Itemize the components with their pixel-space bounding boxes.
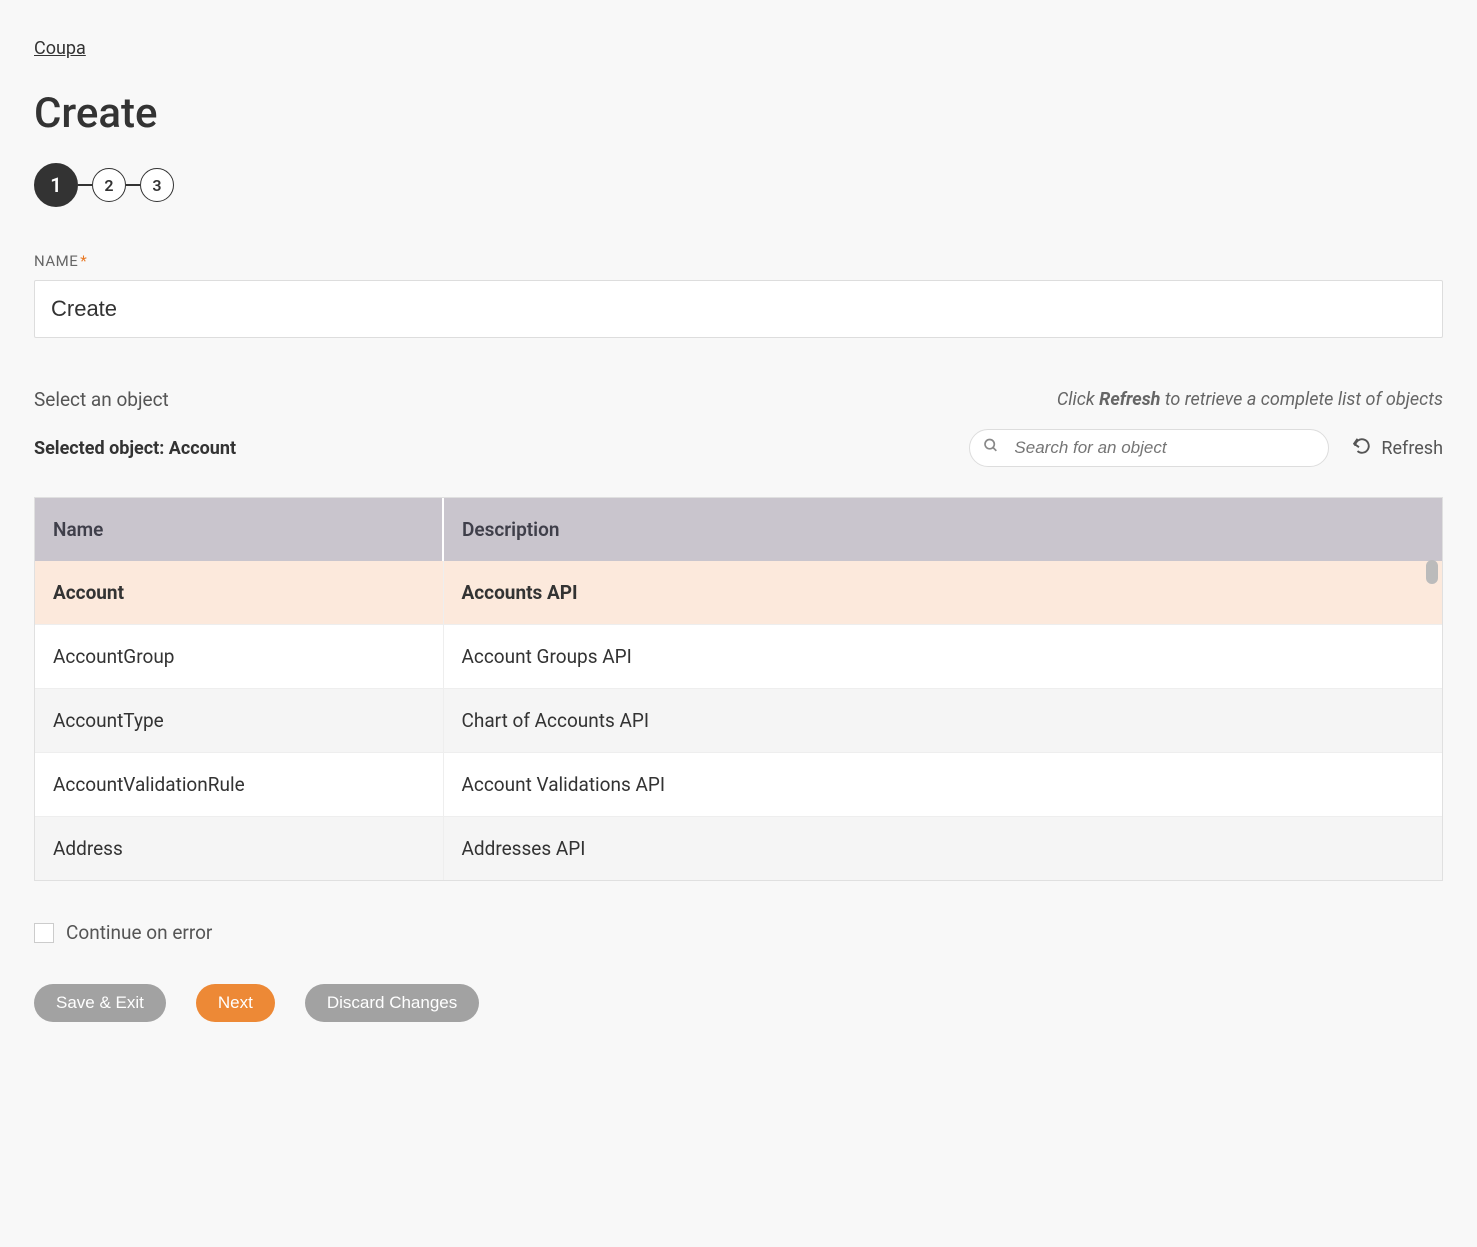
refresh-button[interactable]: Refresh — [1353, 437, 1443, 460]
step-2[interactable]: 2 — [92, 168, 126, 202]
search-input[interactable] — [969, 429, 1329, 467]
table-row[interactable]: AccountAccounts API — [35, 561, 1442, 625]
required-indicator: * — [80, 252, 87, 270]
name-input[interactable] — [34, 280, 1443, 338]
col-header-description[interactable]: Description — [443, 498, 1442, 561]
cell-description: Account Validations API — [443, 753, 1442, 817]
selected-object-label: Selected object: Account — [34, 438, 236, 459]
cell-description: Account Groups API — [443, 625, 1442, 689]
cell-name: AccountType — [35, 689, 443, 753]
cell-name: Account — [35, 561, 443, 625]
refresh-hint: Click Refresh to retrieve a complete lis… — [1057, 389, 1443, 410]
save-exit-button[interactable]: Save & Exit — [34, 984, 166, 1022]
scrollbar-thumb[interactable] — [1426, 560, 1438, 584]
col-header-name[interactable]: Name — [35, 498, 443, 561]
step-connector — [78, 184, 92, 186]
cell-description: Accounts API — [443, 561, 1442, 625]
cell-name: Address — [35, 817, 443, 881]
page-title: Create — [34, 89, 1443, 138]
table-row[interactable]: AccountGroupAccount Groups API — [35, 625, 1442, 689]
name-field-label: NAME* — [34, 252, 1443, 270]
table-row[interactable]: AccountValidationRuleAccount Validations… — [35, 753, 1442, 817]
step-1[interactable]: 1 — [34, 163, 78, 207]
step-connector — [126, 184, 140, 186]
refresh-label: Refresh — [1381, 438, 1443, 459]
search-icon — [983, 438, 999, 459]
cell-description: Chart of Accounts API — [443, 689, 1442, 753]
continue-on-error-checkbox[interactable] — [34, 923, 54, 943]
select-object-label: Select an object — [34, 388, 169, 411]
discard-button[interactable]: Discard Changes — [305, 984, 479, 1022]
search-box — [969, 429, 1329, 467]
table-row[interactable]: AddressAddresses API — [35, 817, 1442, 881]
step-3[interactable]: 3 — [140, 168, 174, 202]
breadcrumb-link[interactable]: Coupa — [34, 38, 86, 59]
object-table: Name Description AccountAccounts APIAcco… — [34, 497, 1443, 881]
table-row[interactable]: AccountTypeChart of Accounts API — [35, 689, 1442, 753]
stepper: 1 2 3 — [34, 163, 1443, 207]
continue-on-error-label: Continue on error — [66, 921, 212, 944]
cell-description: Addresses API — [443, 817, 1442, 881]
cell-name: AccountValidationRule — [35, 753, 443, 817]
cell-name: AccountGroup — [35, 625, 443, 689]
next-button[interactable]: Next — [196, 984, 275, 1022]
refresh-icon — [1353, 437, 1371, 460]
